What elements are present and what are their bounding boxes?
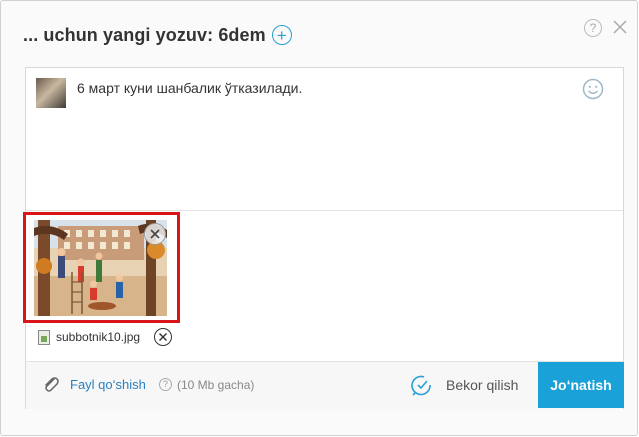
divider [26,210,623,211]
attach-file-link[interactable]: Fayl qo‘shish [70,377,146,392]
cancel-button[interactable]: Bekor qilish [446,377,518,393]
dialog-title: ... uchun yangi yozuv: 6dem [23,24,266,45]
attachment-thumbnail-selected[interactable] [23,212,180,323]
remove-thumbnail-button[interactable] [144,223,166,245]
dialog-header: ... uchun yangi yozuv: 6dem + [23,23,292,47]
image-file-icon [38,329,50,345]
composer-footer: Fayl qo‘shish ? (10 Mb gacha) Bekor qili… [26,361,624,409]
plus-circle-icon[interactable]: + [271,25,292,45]
send-button[interactable]: Jo‘natish [538,362,624,408]
help-icon[interactable]: ? [584,19,602,37]
avatar [36,78,66,108]
post-composer: 6 март куни шанбалик ўтказилади. subbotn… [23,67,624,409]
smiley-icon[interactable] [582,78,604,100]
new-post-dialog: ... uchun yangi yozuv: 6dem + ? 6 март к… [0,0,638,436]
close-icon [150,229,160,239]
paperclip-icon[interactable] [42,375,60,395]
file-size-limit-note: (10 Mb gacha) [177,378,255,392]
close-icon[interactable] [610,17,630,37]
cancel-check-icon [411,375,431,396]
close-circle-icon[interactable] [154,328,173,346]
message-input[interactable]: 6 март куни шанбалик ўтказилади. [77,80,302,96]
attached-file-row: subbotnik10.jpg [38,327,173,347]
attached-file-name: subbotnik10.jpg [56,330,141,344]
help-icon[interactable]: ? [159,378,172,391]
